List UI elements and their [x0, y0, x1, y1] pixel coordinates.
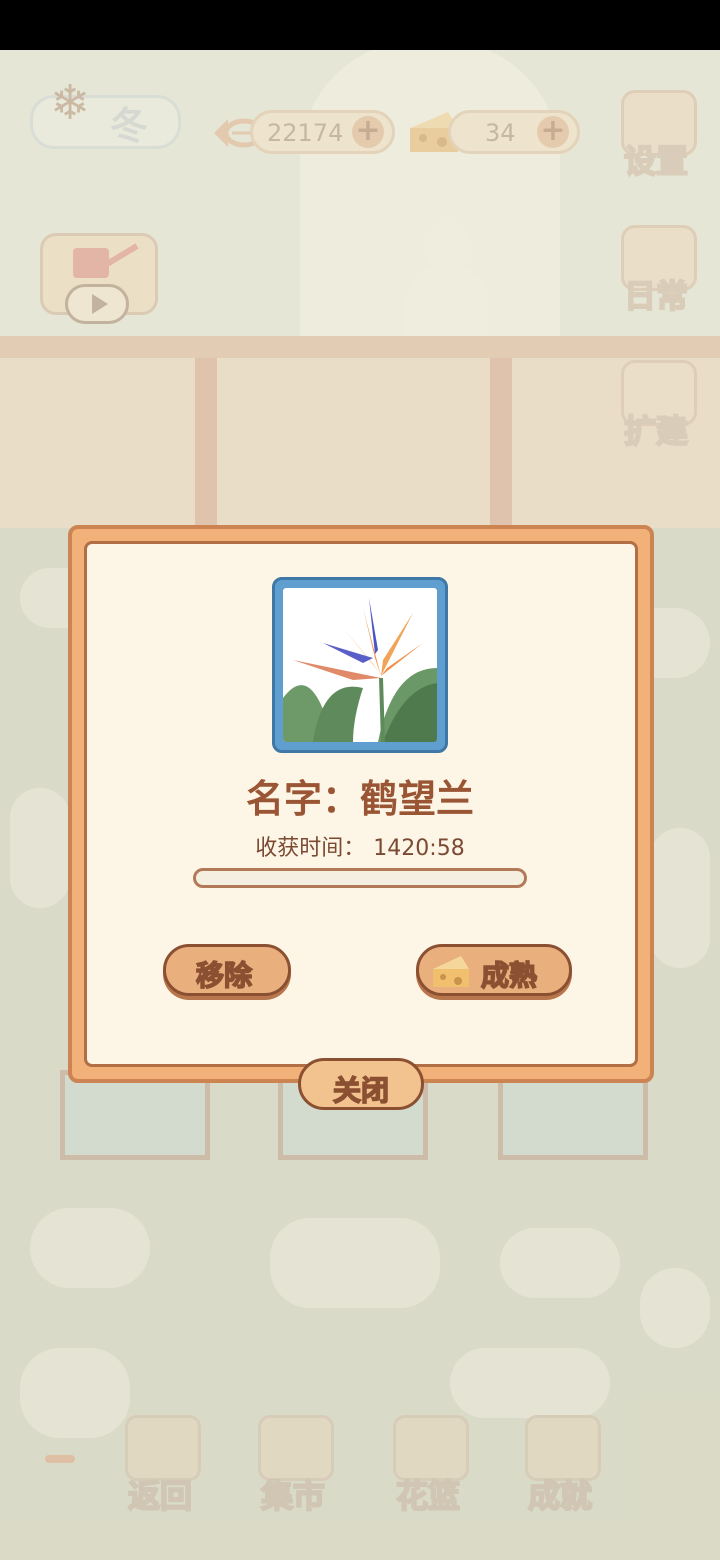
ripen-button[interactable]: 成熟: [416, 944, 572, 996]
harvest-time-value: 1420:58: [373, 836, 465, 861]
harvest-time-label: 收获时间：: [255, 836, 366, 861]
bird-of-paradise-image: [283, 588, 437, 742]
remove-button[interactable]: 移除: [163, 944, 291, 996]
growth-progress-bar: [193, 868, 527, 888]
plant-name: 名字：鹤望兰: [245, 777, 474, 821]
harvest-time-row: 收获时间： 1420:58: [0, 830, 720, 862]
cheese-icon: [433, 956, 469, 987]
plant-image-frame: [272, 577, 448, 753]
close-button[interactable]: 关闭: [298, 1058, 424, 1110]
